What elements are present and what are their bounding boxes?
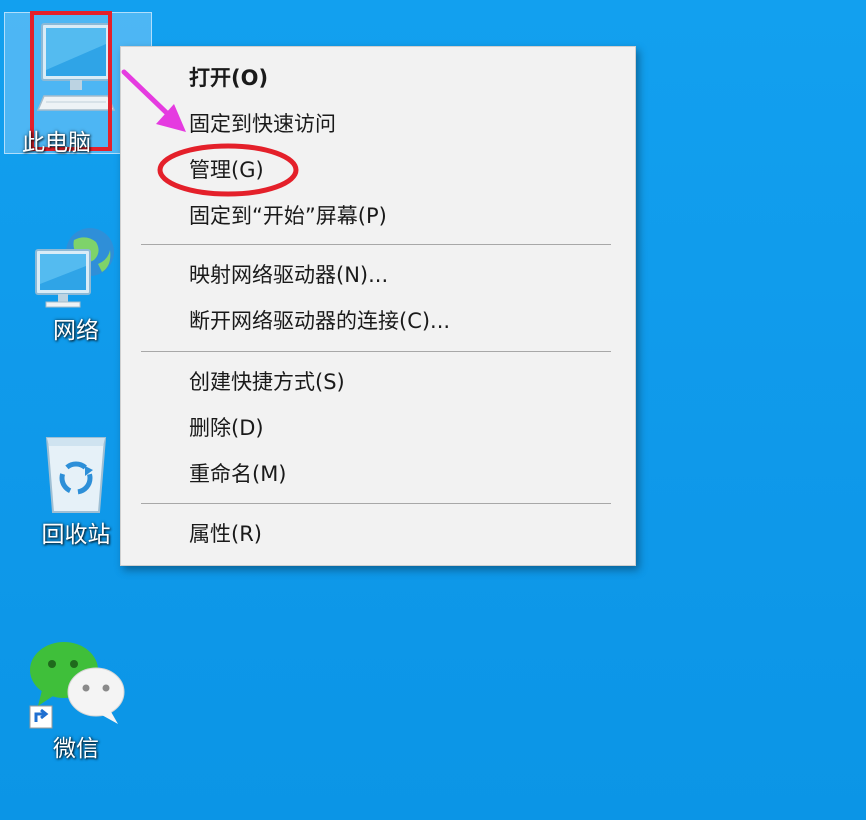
desktop[interactable]: 此电脑 网络 回收站 微信 打开(O) 固定到快速访问 管理(G) 固定到“开始…	[0, 0, 866, 820]
desktop-icon-recycle-bin[interactable]: 回收站	[28, 430, 124, 548]
menu-item-delete[interactable]: 删除(D)	[189, 413, 264, 443]
menu-item-pin-quick-access[interactable]: 固定到快速访问	[189, 109, 336, 139]
desktop-icon-label: 网络	[53, 318, 99, 344]
menu-separator	[141, 244, 611, 245]
desktop-icon-label: 微信	[53, 736, 99, 762]
menu-item-rename[interactable]: 重命名(M)	[189, 459, 287, 489]
menu-item-properties[interactable]: 属性(R)	[189, 519, 262, 549]
menu-item-manage[interactable]: 管理(G)	[189, 155, 264, 185]
desktop-icon-wechat[interactable]: 微信	[28, 640, 125, 762]
desktop-icon-label: 回收站	[41, 522, 111, 548]
network-icon	[35, 228, 114, 308]
desktop-icon-label: 此电脑	[22, 130, 91, 156]
menu-item-pin-start[interactable]: 固定到“开始”屏幕(P)	[189, 201, 387, 231]
recycle-bin-icon	[45, 437, 107, 513]
context-menu: 打开(O) 固定到快速访问 管理(G) 固定到“开始”屏幕(P) 映射网络驱动器…	[120, 46, 636, 566]
desktop-icon-this-pc[interactable]: 此电脑	[4, 11, 152, 156]
menu-item-map-network-drive[interactable]: 映射网络驱动器(N)...	[189, 260, 388, 290]
desktop-icon-network[interactable]: 网络	[28, 226, 124, 344]
menu-separator	[141, 503, 611, 504]
menu-item-disconnect-network-drive[interactable]: 断开网络驱动器的连接(C)...	[189, 306, 450, 336]
menu-separator	[141, 351, 611, 352]
wechat-icon	[29, 642, 125, 729]
menu-item-open[interactable]: 打开(O)	[189, 63, 268, 93]
menu-item-create-shortcut[interactable]: 创建快捷方式(S)	[189, 367, 345, 397]
